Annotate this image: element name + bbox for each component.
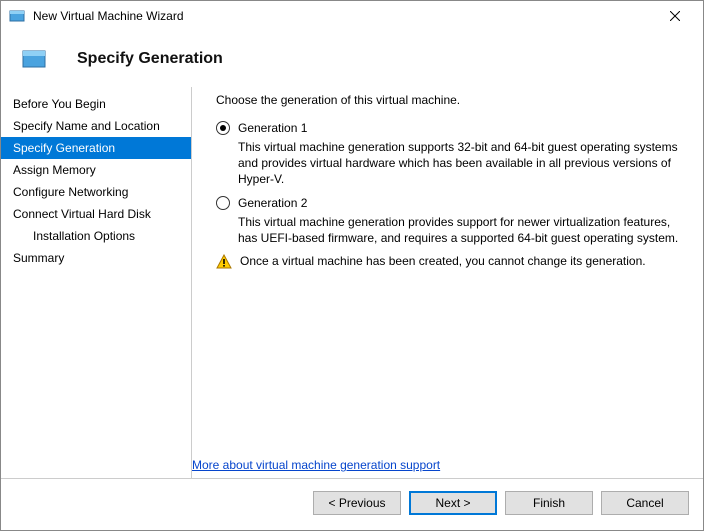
page-header: Specify Generation — [1, 31, 703, 87]
previous-button[interactable]: < Previous — [313, 491, 401, 515]
step-configure-networking[interactable]: Configure Networking — [1, 181, 191, 203]
option-generation-2: Generation 2 This virtual machine genera… — [216, 196, 689, 246]
label-generation-2[interactable]: Generation 2 — [238, 196, 307, 210]
wizard-footer: < Previous Next > Finish Cancel — [1, 478, 703, 527]
warning-icon — [216, 254, 232, 270]
app-icon — [9, 8, 25, 24]
description-generation-2: This virtual machine generation provides… — [238, 214, 689, 246]
help-link-row: More about virtual machine generation su… — [192, 458, 440, 472]
more-info-link[interactable]: More about virtual machine generation su… — [192, 458, 440, 472]
wizard-icon — [21, 47, 53, 71]
cancel-button[interactable]: Cancel — [601, 491, 689, 515]
step-specify-generation[interactable]: Specify Generation — [1, 137, 191, 159]
instruction-text: Choose the generation of this virtual ma… — [216, 93, 689, 107]
warning-text: Once a virtual machine has been created,… — [240, 254, 646, 268]
step-summary[interactable]: Summary — [1, 247, 191, 269]
titlebar: New Virtual Machine Wizard — [1, 1, 703, 31]
radio-generation-2[interactable] — [216, 196, 230, 210]
warning-row: Once a virtual machine has been created,… — [216, 254, 689, 270]
description-generation-1: This virtual machine generation supports… — [238, 139, 689, 188]
wizard-steps-sidebar: Before You Begin Specify Name and Locati… — [1, 87, 191, 478]
step-before-you-begin[interactable]: Before You Begin — [1, 93, 191, 115]
window-title: New Virtual Machine Wizard — [33, 9, 655, 23]
radio-generation-1[interactable] — [216, 121, 230, 135]
close-button[interactable] — [655, 2, 695, 30]
label-generation-1[interactable]: Generation 1 — [238, 121, 307, 135]
next-button[interactable]: Next > — [409, 491, 497, 515]
option-generation-1: Generation 1 This virtual machine genera… — [216, 121, 689, 188]
step-specify-name-location[interactable]: Specify Name and Location — [1, 115, 191, 137]
wizard-main: Choose the generation of this virtual ma… — [191, 87, 703, 478]
step-installation-options[interactable]: Installation Options — [1, 225, 191, 247]
step-connect-virtual-hard-disk[interactable]: Connect Virtual Hard Disk — [1, 203, 191, 225]
page-title: Specify Generation — [77, 50, 223, 68]
step-assign-memory[interactable]: Assign Memory — [1, 159, 191, 181]
close-icon — [670, 11, 680, 21]
wizard-body: Before You Begin Specify Name and Locati… — [1, 87, 703, 478]
finish-button[interactable]: Finish — [505, 491, 593, 515]
